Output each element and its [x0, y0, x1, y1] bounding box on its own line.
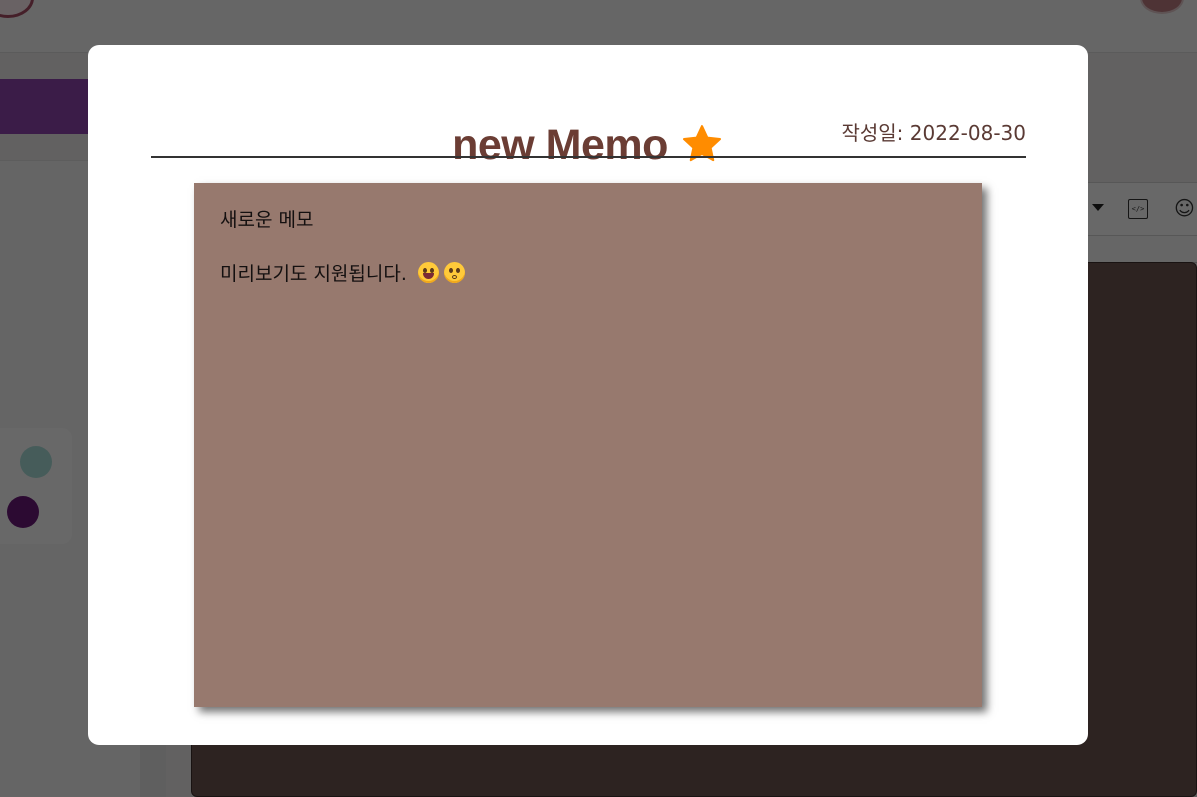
memo-modal: new Memo 작성일: 2022-08-30 새로운 메모 미리보기도 지원…: [88, 45, 1088, 745]
memo-line-2-text: 미리보기도 지원됩니다.: [220, 263, 407, 285]
star-icon[interactable]: [680, 123, 724, 165]
modal-title-text: new Memo: [452, 121, 668, 169]
created-date: 작성일: 2022-08-30: [841, 121, 1026, 145]
title-divider: [151, 156, 1026, 158]
memo-line-2: 미리보기도 지원됩니다.: [220, 259, 465, 286]
memo-preview[interactable]: 새로운 메모 미리보기도 지원됩니다.: [194, 183, 982, 707]
grinning-face-with-tongue-icon: [417, 262, 439, 283]
memo-line-1: 새로운 메모: [220, 209, 314, 231]
kissing-face-icon: [443, 262, 465, 283]
